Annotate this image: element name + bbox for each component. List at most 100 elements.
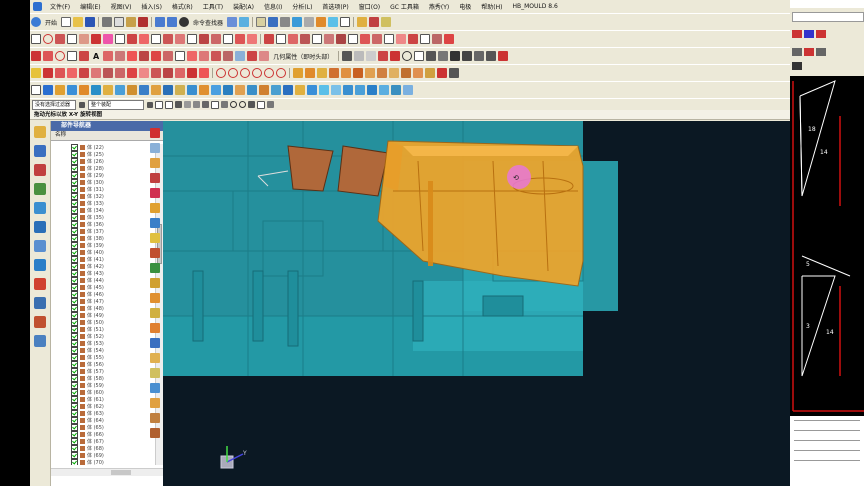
visibility-checkbox[interactable] xyxy=(71,270,78,277)
resize-icon[interactable] xyxy=(150,203,160,213)
tube-icon[interactable] xyxy=(67,68,77,78)
chevron-down-icon[interactable] xyxy=(147,101,153,108)
sphere-icon[interactable] xyxy=(216,68,226,78)
tree-node[interactable]: 体 (65) xyxy=(51,424,155,431)
tree-node[interactable]: 体 (35) xyxy=(51,214,155,221)
insert-icon[interactable] xyxy=(391,85,401,95)
replace-component-icon[interactable] xyxy=(103,85,113,95)
snap-intersect-icon[interactable] xyxy=(248,101,255,108)
visibility-checkbox[interactable] xyxy=(71,326,78,333)
fillet-tool-icon[interactable] xyxy=(426,51,437,61)
visibility-checkbox[interactable] xyxy=(71,375,78,382)
lifter-icon[interactable] xyxy=(379,85,389,95)
snap-arc-icon[interactable] xyxy=(230,101,237,108)
type-filter-dropdown[interactable]: 没有选择过滤器 xyxy=(32,99,76,110)
visibility-checkbox[interactable] xyxy=(71,172,78,179)
fastener-icon[interactable] xyxy=(271,85,281,95)
snap-mid-icon[interactable] xyxy=(193,101,200,108)
split-body-icon[interactable] xyxy=(341,68,351,78)
pin-icon[interactable] xyxy=(342,51,353,61)
visibility-checkbox[interactable] xyxy=(71,193,78,200)
reuse-library-icon[interactable] xyxy=(34,202,46,214)
tree-node[interactable]: 体 (42) xyxy=(51,263,155,270)
constraint-icon[interactable] xyxy=(187,34,197,44)
tree-node[interactable]: 体 (28) xyxy=(51,165,155,172)
composite-icon[interactable] xyxy=(211,51,222,61)
clearance-icon[interactable] xyxy=(163,85,173,95)
extrude-icon[interactable] xyxy=(31,68,41,78)
select-all-icon[interactable] xyxy=(155,100,163,109)
menu-assembly[interactable]: 装配(A) xyxy=(228,2,259,11)
snap-quad-icon[interactable] xyxy=(211,100,219,109)
filter-icon[interactable] xyxy=(175,101,182,108)
quick-extend-icon[interactable] xyxy=(462,51,473,61)
shade-icon[interactable] xyxy=(316,17,327,27)
visibility-checkbox[interactable] xyxy=(71,361,78,368)
silhouette-icon[interactable] xyxy=(372,34,382,44)
menu-tools[interactable]: 工具(T) xyxy=(198,2,228,11)
pull-face-icon[interactable] xyxy=(150,158,160,168)
pocket-mold-icon[interactable] xyxy=(403,85,413,95)
menu-yanxiu[interactable]: 燕秀(Y) xyxy=(424,2,454,11)
part-nav-icon[interactable] xyxy=(34,183,46,195)
pad-icon[interactable] xyxy=(115,68,125,78)
chamfer-edge-icon[interactable] xyxy=(79,51,89,61)
snap-tangent-icon[interactable] xyxy=(239,101,246,108)
constraint-assembly-icon[interactable] xyxy=(67,85,77,95)
visibility-checkbox[interactable] xyxy=(71,354,78,361)
snap-icon[interactable] xyxy=(357,17,368,27)
offset-icon[interactable] xyxy=(115,34,125,44)
tree-node[interactable]: 体 (48) xyxy=(51,305,155,312)
tree-node[interactable]: 体 (61) xyxy=(51,396,155,403)
visibility-checkbox[interactable] xyxy=(71,340,78,347)
hole-icon[interactable] xyxy=(79,68,89,78)
layer-icon[interactable] xyxy=(256,17,267,27)
route-icon[interactable] xyxy=(247,85,257,95)
undo-icon[interactable] xyxy=(155,17,166,27)
offset-tool-icon[interactable] xyxy=(486,51,497,61)
menu-gc-toolbox[interactable]: GC 工具箱 xyxy=(385,2,424,11)
visibility-checkbox[interactable] xyxy=(71,333,78,340)
smooth-icon[interactable] xyxy=(408,34,418,44)
circle-tool-icon[interactable] xyxy=(402,51,413,61)
visibility-checkbox[interactable] xyxy=(71,403,78,410)
cylinder-icon[interactable] xyxy=(228,68,238,78)
process-studio-icon[interactable] xyxy=(34,278,46,290)
tree-node[interactable]: 体 (51) xyxy=(51,326,155,333)
make-coplanar-icon[interactable] xyxy=(150,263,160,273)
sew-icon[interactable] xyxy=(353,68,363,78)
tree-node[interactable]: 体 (44) xyxy=(51,277,155,284)
menu-insert[interactable]: 插入(S) xyxy=(136,2,167,11)
text-icon[interactable] xyxy=(336,34,346,44)
torus-icon[interactable] xyxy=(252,68,262,78)
edit-curve-icon[interactable] xyxy=(223,51,234,61)
variant-icon[interactable] xyxy=(211,85,221,95)
edge-blend-icon[interactable] xyxy=(437,68,447,78)
core-cavity-icon[interactable] xyxy=(307,85,317,95)
tree-node[interactable]: 体 (57) xyxy=(51,368,155,375)
mate-icon[interactable] xyxy=(79,85,89,95)
visibility-checkbox[interactable] xyxy=(71,214,78,221)
view-icon[interactable] xyxy=(239,17,250,27)
tree-node[interactable]: 体 (55) xyxy=(51,354,155,361)
rotate-icon[interactable] xyxy=(268,17,279,27)
tree-node[interactable]: 体 (34) xyxy=(51,207,155,214)
deformable-icon[interactable] xyxy=(223,85,233,95)
constraint-nav-icon[interactable] xyxy=(34,164,46,176)
parabola-icon[interactable] xyxy=(127,51,138,61)
angular-dim-icon[interactable] xyxy=(150,368,160,378)
revolve-icon[interactable] xyxy=(43,68,53,78)
snap-edge-icon[interactable] xyxy=(267,101,274,108)
visibility-checkbox[interactable] xyxy=(71,445,78,452)
copy-face-icon[interactable] xyxy=(150,413,160,423)
column-header-name[interactable]: 名称 xyxy=(51,131,163,141)
visibility-checkbox[interactable] xyxy=(71,263,78,270)
ejector-icon[interactable] xyxy=(319,85,329,95)
linear-dim-icon[interactable] xyxy=(150,353,160,363)
open-icon[interactable] xyxy=(73,17,84,27)
cut-face-icon[interactable] xyxy=(150,428,160,438)
sweep-icon[interactable] xyxy=(55,68,65,78)
tree-node[interactable]: 体 (37) xyxy=(51,228,155,235)
select-icon[interactable] xyxy=(227,17,238,27)
save-icon[interactable] xyxy=(85,17,96,27)
